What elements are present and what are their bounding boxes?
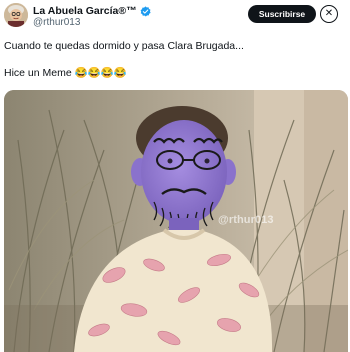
tweet-line-1: Cuando te quedas dormido y pasa Clara Br…: [4, 40, 244, 52]
tweet-header: La Abuela García®™ @rthur013 Suscribirse…: [0, 0, 350, 34]
grandma-avatar-icon: [4, 3, 28, 27]
tweet-text: Cuando te quedas dormido y pasa Clara Br…: [4, 39, 344, 80]
tweet-media-image[interactable]: @rthur013: [4, 90, 348, 352]
media-watermark: @rthur013: [218, 214, 274, 226]
author-name-row: La Abuela García®™: [33, 4, 151, 18]
subscribe-button[interactable]: Suscribirse: [248, 5, 316, 23]
tweet-line-2: Hice un Meme 😂😂😂😂: [4, 67, 127, 79]
close-button[interactable]: ✕: [320, 5, 338, 23]
meme-photo: [4, 90, 348, 352]
verified-badge-icon: [140, 5, 151, 17]
author-avatar[interactable]: [4, 3, 28, 27]
close-icon: ✕: [324, 8, 334, 19]
author-display-name[interactable]: La Abuela García®™: [33, 5, 137, 17]
author-handle[interactable]: @rthur013: [33, 17, 80, 28]
